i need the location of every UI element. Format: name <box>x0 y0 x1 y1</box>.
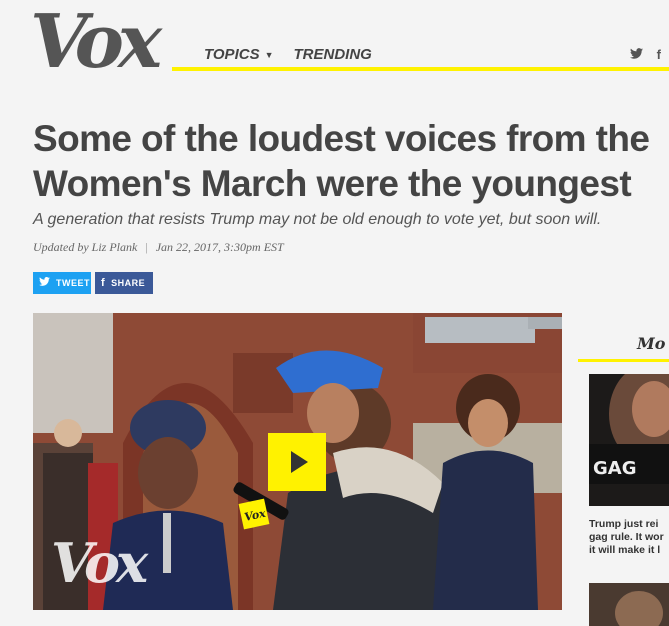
article-dek: A generation that resists Trump may not … <box>33 211 602 228</box>
nav-trending[interactable]: TRENDING <box>294 46 372 63</box>
tweet-label: TWEET <box>56 278 90 288</box>
sidebar-title: Mo <box>637 334 666 353</box>
twitter-icon[interactable] <box>629 47 643 62</box>
byline-date: Jan 22, 2017, 3:30pm EST <box>155 240 284 254</box>
header-social: f <box>629 47 669 62</box>
play-icon <box>290 451 308 473</box>
facebook-icon: f <box>101 277 106 289</box>
sidebar-thumb-image-2 <box>589 583 669 626</box>
facebook-icon[interactable]: f <box>657 47 661 62</box>
share-buttons: TWEET f SHARE <box>33 272 153 294</box>
nav-topics[interactable]: TOPICS ▼ <box>204 46 274 63</box>
vox-logo[interactable]: Vox <box>30 2 162 82</box>
tweet-button[interactable]: TWEET <box>33 272 91 294</box>
sidebar-item-thumbnail-2[interactable] <box>589 583 669 626</box>
main-nav: TOPICS ▼ TRENDING <box>204 46 372 63</box>
header-rule <box>172 67 669 71</box>
thumb-text: GAG <box>593 458 636 479</box>
sidebar-item-headline[interactable]: Trump just rei gag rule. It wor it will … <box>589 518 669 557</box>
article-headline: Some of the loudest voices from the Wome… <box>33 118 650 204</box>
nav-topics-label: TOPICS <box>204 46 260 63</box>
sidebar-thumb-image: GAG <box>589 374 669 506</box>
video-player[interactable]: Vox Vox <box>33 313 562 610</box>
byline: Updated by Liz Plank | Jan 22, 2017, 3:3… <box>33 240 284 255</box>
byline-author: Updated by Liz Plank <box>33 240 138 254</box>
byline-separator: | <box>145 240 148 254</box>
vox-watermark: Vox <box>51 531 148 595</box>
facebook-share-button[interactable]: f SHARE <box>95 272 153 294</box>
sidebar-item-thumbnail[interactable]: GAG <box>589 374 669 506</box>
share-label: SHARE <box>111 278 146 288</box>
chevron-down-icon: ▼ <box>264 49 274 60</box>
nav-trending-label: TRENDING <box>293 46 372 63</box>
sidebar-rule <box>578 359 669 362</box>
play-button[interactable] <box>268 433 326 491</box>
twitter-icon <box>39 277 50 289</box>
